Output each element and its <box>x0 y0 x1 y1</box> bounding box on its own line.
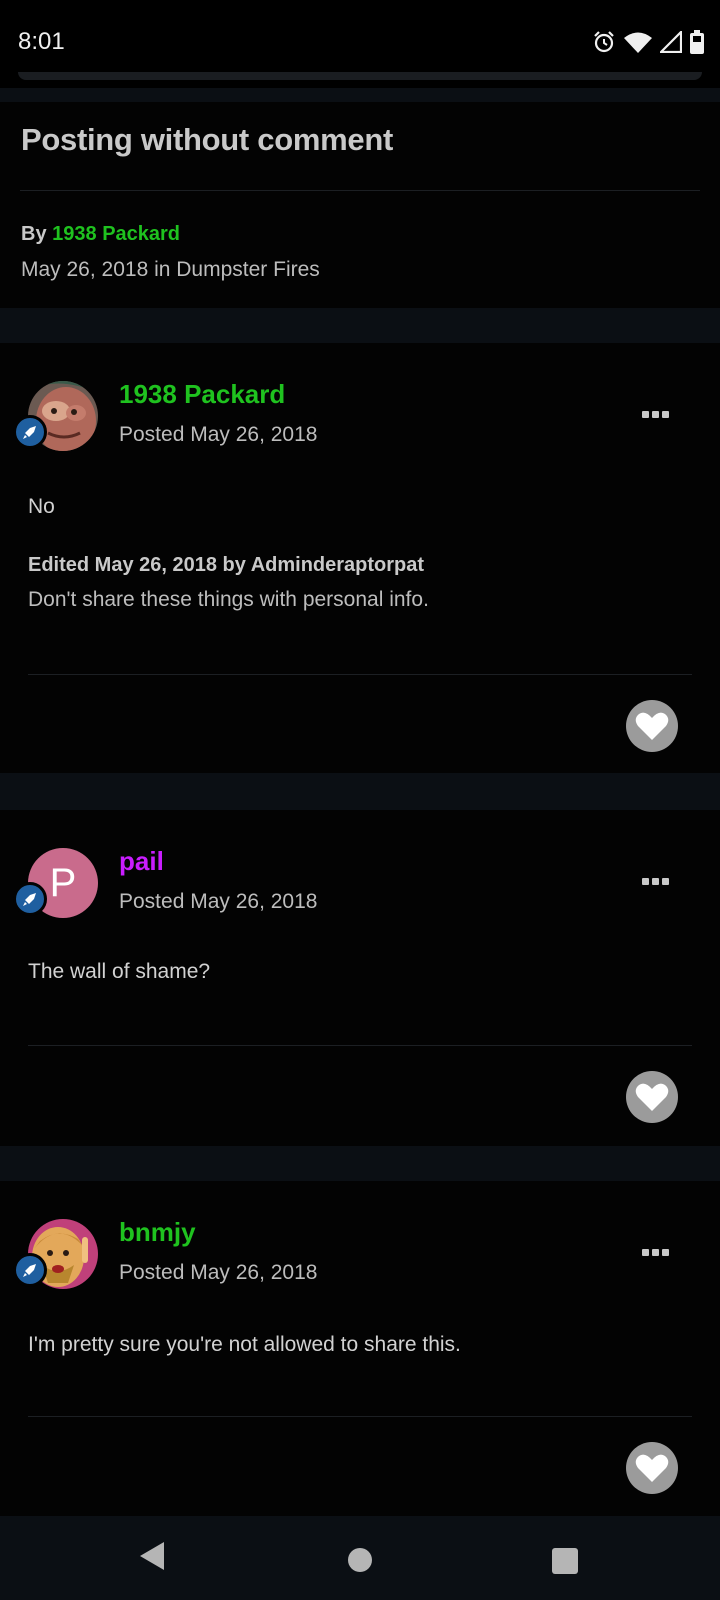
post-date: Posted May 26, 2018 <box>119 423 318 446</box>
more-options-icon[interactable] <box>642 878 669 885</box>
heart-icon <box>635 1454 669 1482</box>
heart-icon <box>635 712 669 740</box>
wifi-icon <box>624 32 652 53</box>
like-button[interactable] <box>626 1071 678 1123</box>
page-title: Posting without comment <box>21 122 393 157</box>
system-nav-bar <box>0 1516 720 1600</box>
topic-date-forum: May 26, 2018 in Dumpster Fires <box>21 258 320 281</box>
like-button[interactable] <box>626 1442 678 1494</box>
previous-card-edge <box>18 72 702 80</box>
post-author-link[interactable]: pail <box>119 846 164 877</box>
post-author-link[interactable]: 1938 Packard <box>119 379 285 410</box>
avatar-letter: P <box>49 860 77 905</box>
status-icons <box>592 30 704 54</box>
rocket-badge-icon <box>13 1253 47 1287</box>
post-date: Posted May 26, 2018 <box>119 1261 318 1284</box>
divider <box>28 674 692 675</box>
recents-icon[interactable] <box>552 1548 578 1574</box>
divider <box>28 1045 692 1046</box>
battery-icon <box>690 30 704 54</box>
post-card: bnmjy Posted May 26, 2018 I'm pretty sur… <box>0 1181 720 1516</box>
more-options-icon[interactable] <box>642 1249 669 1256</box>
signal-icon <box>660 31 682 53</box>
like-button[interactable] <box>626 700 678 752</box>
by-prefix: By <box>21 223 47 245</box>
post-card: 1938 Packard Posted May 26, 2018 No Edit… <box>0 343 720 773</box>
rocket-badge-icon <box>13 882 47 916</box>
post-body: I'm pretty sure you're not allowed to sh… <box>28 1333 461 1356</box>
home-icon[interactable] <box>348 1548 372 1572</box>
post-date: Posted May 26, 2018 <box>119 890 318 913</box>
heart-icon <box>635 1083 669 1111</box>
divider <box>20 190 700 191</box>
topic-author-link[interactable]: 1938 Packard <box>52 223 180 245</box>
status-bar: 8:01 <box>0 0 720 88</box>
post-body: No <box>28 495 55 518</box>
divider <box>28 1416 692 1417</box>
alarm-icon <box>594 31 614 53</box>
post-author-link[interactable]: bnmjy <box>119 1217 196 1248</box>
rocket-badge-icon <box>13 415 47 449</box>
edit-notice: Edited May 26, 2018 by Adminderaptorpat <box>28 554 425 576</box>
status-time: 8:01 <box>18 28 65 55</box>
post-card: P pail Posted May 26, 2018 The wall of s… <box>0 810 720 1146</box>
back-icon[interactable] <box>138 1540 166 1572</box>
topic-byline: By 1938 Packard <box>21 223 180 246</box>
more-options-icon[interactable] <box>642 411 669 418</box>
post-body: The wall of shame? <box>28 960 211 983</box>
edit-reason: Don't share these things with personal i… <box>28 588 429 611</box>
